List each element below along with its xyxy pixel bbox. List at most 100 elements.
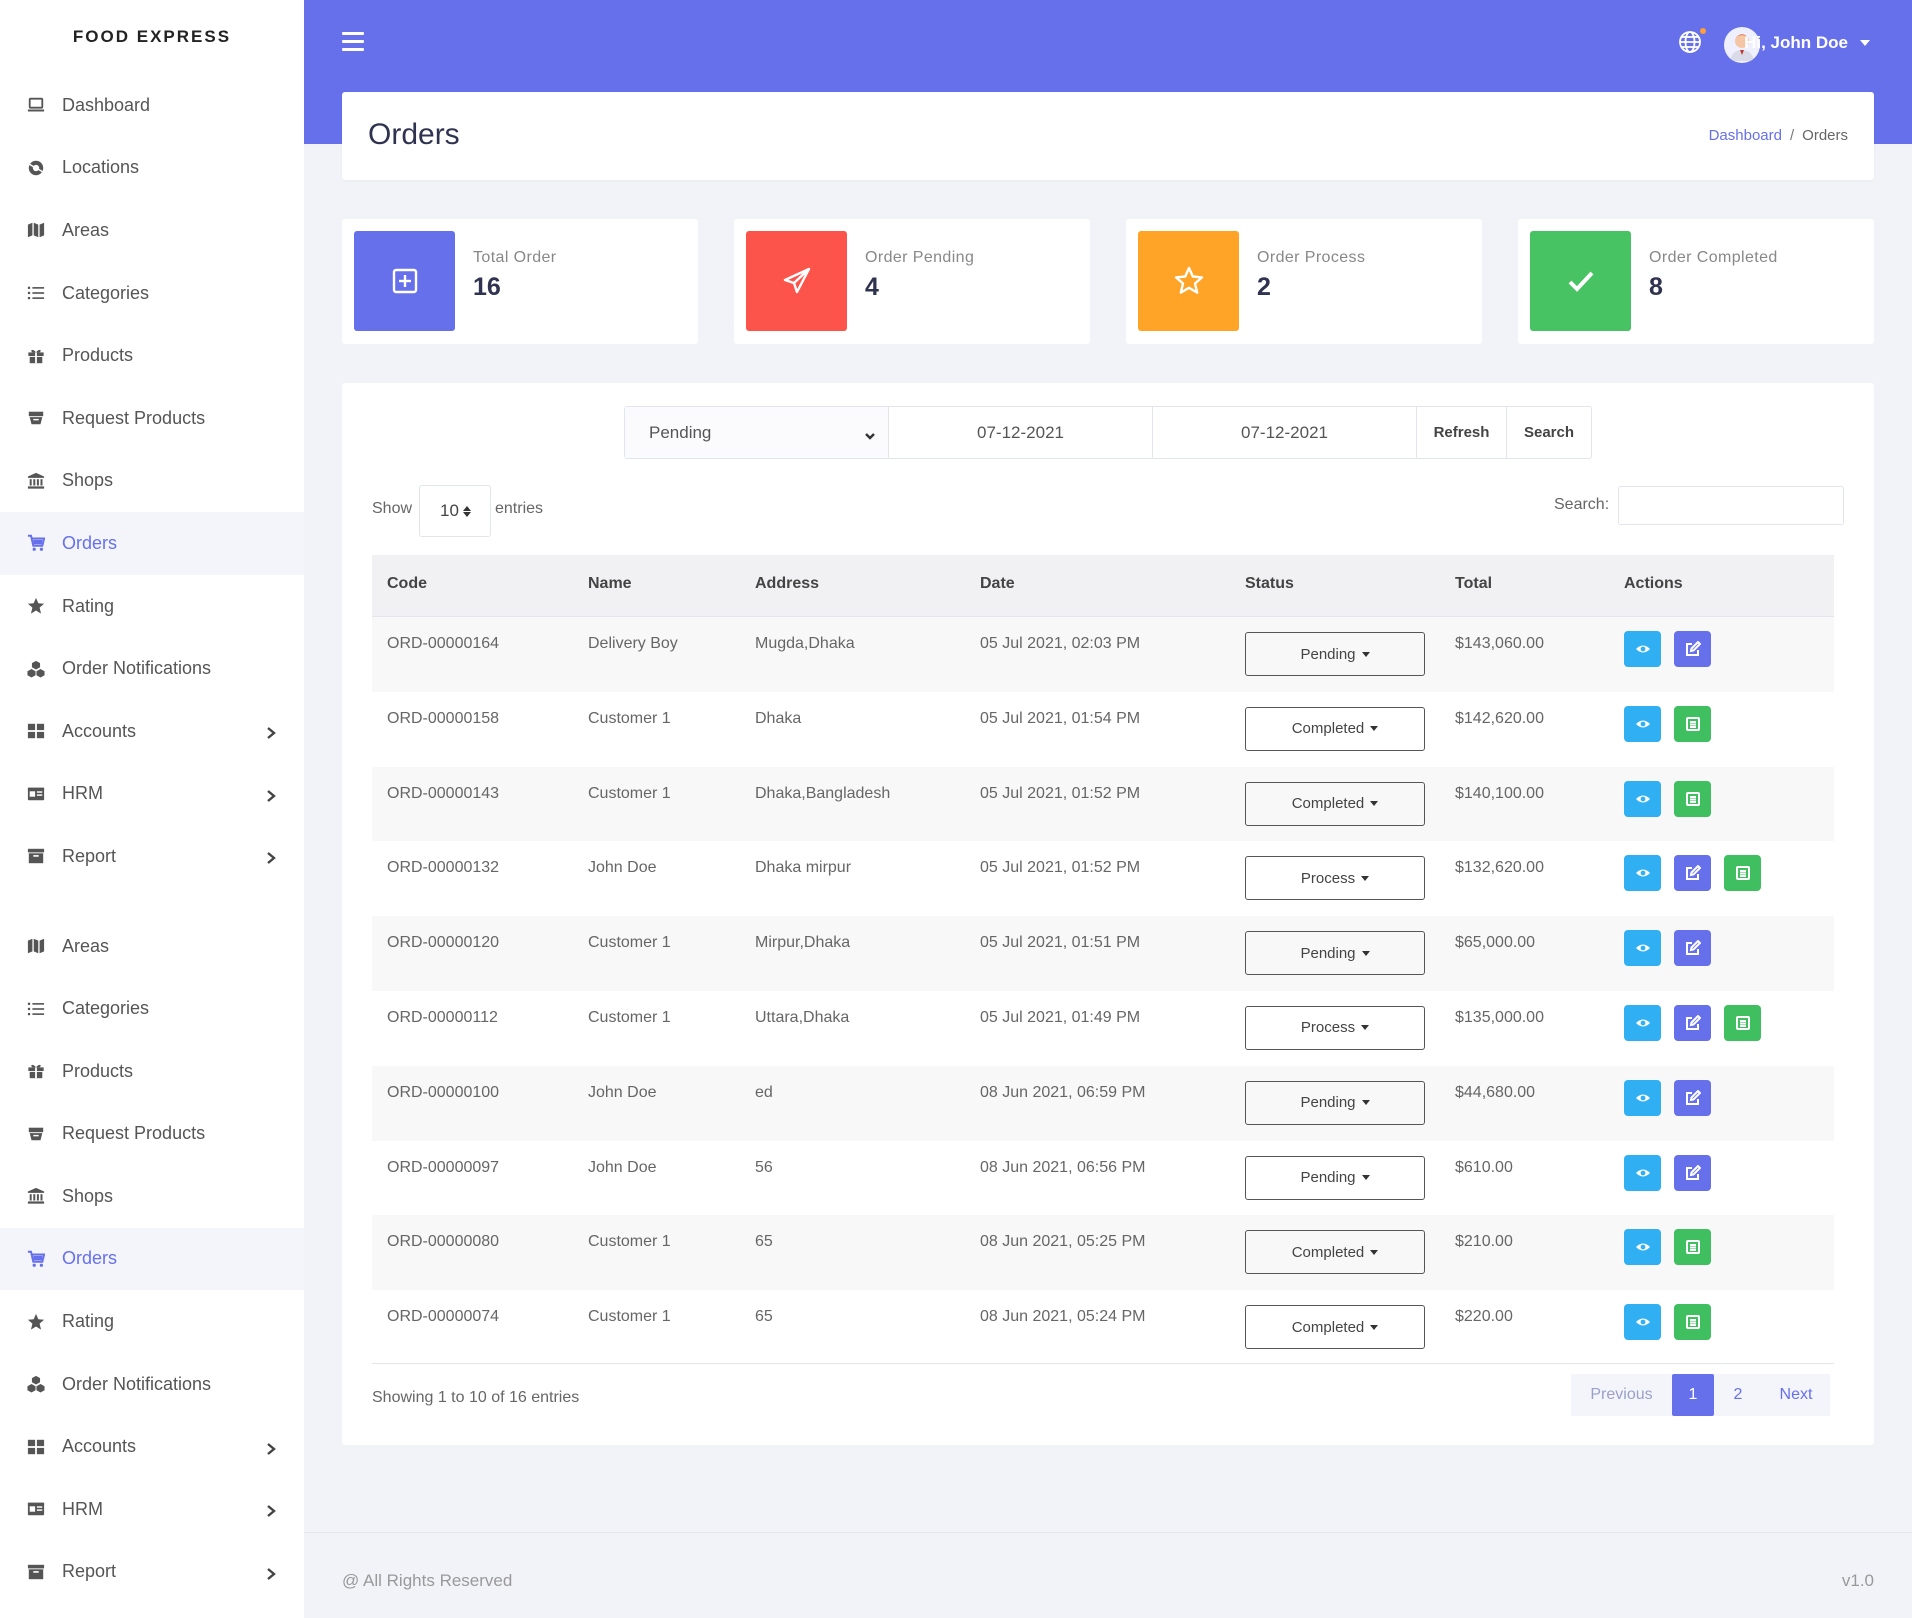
orders-table: Code Name Address Date Status Total Actions OR…	[372, 555, 1834, 1365]
edit-button[interactable]	[1674, 855, 1711, 892]
menu-toggle-icon[interactable]	[342, 32, 364, 52]
edit-button[interactable]	[1674, 1004, 1711, 1041]
order-actions	[1624, 930, 1711, 967]
search-button[interactable]: Search	[1507, 407, 1591, 458]
caret-down-icon	[1370, 1324, 1379, 1330]
view-button[interactable]	[1624, 930, 1661, 967]
status-dropdown[interactable]: Pending	[1245, 1080, 1425, 1125]
sidebar-item-products[interactable]: Products	[0, 324, 304, 387]
brand-logo[interactable]: FOOD EXPRESS	[0, 0, 304, 74]
show-label: Show	[372, 500, 413, 517]
column-header-date[interactable]: Date	[980, 575, 1015, 593]
column-header-status[interactable]: Status	[1245, 575, 1294, 593]
sidebar-item-accounts[interactable]: Accounts	[0, 700, 304, 763]
invoice-button[interactable]	[1674, 1304, 1711, 1341]
edit-button[interactable]	[1674, 1079, 1711, 1116]
sidebar-item-categories[interactable]: Categories	[0, 977, 304, 1040]
pagination-page-2[interactable]: 2	[1714, 1374, 1762, 1416]
sidebar-item-orders[interactable]: Orders	[0, 512, 304, 575]
sidebar-item-hrm[interactable]: HRM	[0, 1478, 304, 1541]
column-header-actions[interactable]: Actions	[1624, 575, 1683, 593]
breadcrumb-dashboard-link[interactable]: Dashboard	[1709, 127, 1782, 144]
order-status-cell: Completed	[1245, 706, 1425, 751]
order-date: 08 Jun 2021, 06:59 PM	[980, 1083, 1146, 1101]
view-button[interactable]	[1624, 780, 1661, 817]
sidebar-item-orders[interactable]: Orders	[0, 1227, 304, 1291]
status-dropdown[interactable]: Completed	[1245, 1230, 1425, 1275]
view-button[interactable]	[1624, 855, 1661, 892]
status-label: Completed	[1291, 1318, 1365, 1336]
sidebar-item-order-notifications[interactable]: Order Notifications	[0, 1353, 304, 1416]
column-header-code[interactable]: Code	[387, 575, 427, 593]
pagination-page-1[interactable]: 1	[1672, 1374, 1714, 1416]
view-button[interactable]	[1624, 705, 1661, 742]
table-search-input[interactable]	[1618, 486, 1844, 525]
edit-button[interactable]	[1674, 1154, 1711, 1191]
id-card-icon	[26, 1499, 46, 1519]
sidebar-item-rating[interactable]: Rating	[0, 575, 304, 638]
invoice-button[interactable]	[1674, 780, 1711, 817]
pagination-next[interactable]: Next	[1762, 1374, 1830, 1416]
status-dropdown[interactable]: Pending	[1245, 632, 1425, 676]
status-dropdown[interactable]: Process	[1245, 856, 1425, 901]
invoice-icon	[1685, 791, 1701, 807]
sidebar-item-locations[interactable]: Locations	[0, 137, 304, 200]
sidebar-item-label: Rating	[62, 595, 115, 616]
sidebar-item-report[interactable]: Report	[0, 1541, 304, 1604]
invoice-button[interactable]	[1674, 705, 1711, 742]
view-button[interactable]	[1624, 1004, 1661, 1041]
invoice-button[interactable]	[1674, 1229, 1711, 1266]
sidebar-item-hrm[interactable]: HRM	[0, 763, 304, 826]
sidebar-item-products[interactable]: Products	[0, 1040, 304, 1103]
status-dropdown[interactable]: Pending	[1245, 1155, 1425, 1200]
order-address: Uttara,Dhaka	[755, 1008, 850, 1026]
date-to-input[interactable]: 07-12-2021	[1153, 407, 1417, 458]
refresh-button[interactable]: Refresh	[1417, 407, 1507, 458]
sidebar-item-accounts[interactable]: Accounts	[0, 1415, 304, 1478]
id-card-icon	[26, 784, 46, 804]
sidebar-item-areas[interactable]: Areas	[0, 915, 304, 978]
pagination-previous[interactable]: Previous	[1571, 1374, 1672, 1416]
sidebar-item-report[interactable]: Report	[0, 825, 304, 888]
invoice-button[interactable]	[1724, 1004, 1761, 1041]
sidebar-item-shops[interactable]: Shops	[0, 1165, 304, 1228]
view-button[interactable]	[1624, 631, 1661, 667]
view-button[interactable]	[1624, 1229, 1661, 1266]
cart-icon	[26, 1249, 46, 1269]
status-filter-select[interactable]: Pending	[625, 407, 889, 458]
invoice-button[interactable]	[1724, 855, 1761, 892]
user-menu[interactable]: Hi, John Doe	[1744, 33, 1848, 53]
sidebar-item-label: Locations	[62, 157, 140, 178]
status-dropdown[interactable]: Process	[1245, 1005, 1425, 1050]
sidebar-item-request-products[interactable]: Request Products	[0, 1103, 304, 1166]
status-dropdown[interactable]: Completed	[1245, 1305, 1425, 1350]
sidebar-item-areas[interactable]: Areas	[0, 199, 304, 262]
status-dropdown[interactable]: Completed	[1245, 781, 1425, 826]
page-length-select[interactable]: 10	[419, 485, 491, 537]
edit-button[interactable]	[1674, 930, 1711, 967]
sidebar-item-order-notifications[interactable]: Order Notifications	[0, 637, 304, 700]
view-button[interactable]	[1624, 1304, 1661, 1341]
column-header-address[interactable]: Address	[755, 575, 819, 593]
sidebar-item-request-products[interactable]: Request Products	[0, 387, 304, 450]
column-header-name[interactable]: Name	[588, 575, 632, 593]
chevron-down-icon[interactable]	[1860, 40, 1870, 46]
sidebar-item-categories[interactable]: Categories	[0, 262, 304, 325]
date-from-input[interactable]: 07-12-2021	[889, 407, 1153, 458]
status-dropdown[interactable]: Pending	[1245, 931, 1425, 976]
order-code: ORD-00000132	[387, 859, 500, 877]
view-button[interactable]	[1624, 1079, 1661, 1116]
sidebar-item-rating[interactable]: Rating	[0, 1290, 304, 1353]
chevron-right-icon	[264, 1502, 278, 1518]
language-globe-icon[interactable]	[1678, 28, 1706, 54]
edit-icon	[1685, 865, 1701, 881]
edit-button[interactable]	[1674, 631, 1711, 667]
edit-icon	[1685, 1164, 1701, 1181]
order-total: $44,680.00	[1455, 1083, 1536, 1101]
sidebar-item-dashboard[interactable]: Dashboard	[0, 74, 304, 137]
status-label: Completed	[1291, 1243, 1365, 1261]
status-dropdown[interactable]: Completed	[1245, 706, 1425, 751]
column-header-total[interactable]: Total	[1455, 575, 1492, 593]
view-button[interactable]	[1624, 1154, 1661, 1191]
sidebar-item-shops[interactable]: Shops	[0, 450, 304, 513]
